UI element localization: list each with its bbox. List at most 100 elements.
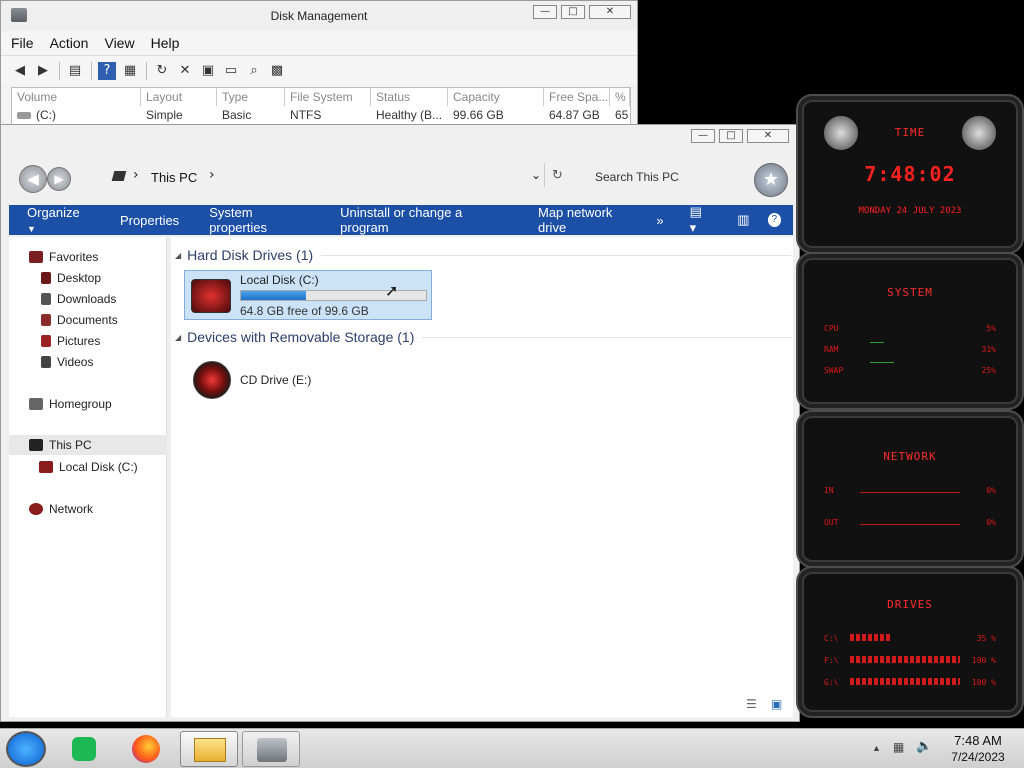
ram-value: 31% [981,345,996,354]
menu-view[interactable]: View [104,35,134,51]
star-icon[interactable]: ★ [754,163,788,197]
properties-button[interactable]: Properties [120,213,179,228]
maximize-button[interactable]: □ [561,5,585,19]
forward-arrow-icon[interactable]: ▶ [34,62,52,80]
group-divider [321,254,792,256]
cell-free-space: 64.87 GB [549,108,600,122]
hard-disk-icon [191,279,231,313]
col-file-system[interactable]: File System [285,88,371,106]
view-options-icon[interactable]: ▤ ▾ [690,204,712,236]
back-arrow-icon[interactable]: ◀ [19,165,47,193]
back-arrow-icon[interactable]: ◀ [11,62,29,80]
network-gadget-title: NETWORK [883,450,937,463]
disk-usage-fill [241,291,306,300]
maximize-button[interactable]: □ [719,129,743,143]
drive-c-value: 35 % [976,634,996,643]
help-icon[interactable]: ? [767,213,782,227]
chevron-down-icon[interactable]: ⌄ [531,168,541,182]
firefox-icon [132,735,160,763]
col-status[interactable]: Status [371,88,448,106]
nav-desktop-label: Desktop [57,271,102,285]
taskbar-firefox[interactable] [118,731,176,767]
map-network-drive-button[interactable]: Map network drive [538,205,640,235]
search-icon[interactable]: ⌕ [245,62,263,80]
help-icon[interactable]: ? [98,61,116,80]
close-button[interactable]: ✕ [747,129,789,143]
collapse-arrow-icon: ◢ [175,332,182,342]
col-volume[interactable]: Volume [12,88,141,106]
refresh-icon[interactable]: ↻ [153,62,171,80]
col-percent[interactable]: % [610,88,630,106]
command-bar: Organize ▼ Properties System properties … [9,204,793,236]
disk-management-icon [257,738,287,762]
open-folder-icon[interactable]: ▭ [222,62,240,80]
dm-titlebar[interactable]: Disk Management — □ ✕ [1,1,637,31]
drive-c-label: C:\ [824,634,839,643]
taskbar-disk-management[interactable] [242,731,300,767]
start-button[interactable] [6,731,46,767]
computer-icon [29,439,43,451]
menu-help[interactable]: Help [151,35,180,51]
delete-icon[interactable]: ✕ [176,62,194,80]
taskbar-notes-app[interactable] [56,731,114,767]
col-layout[interactable]: Layout [141,88,217,106]
breadcrumb-separator-icon[interactable]: › [133,167,139,183]
nav-documents-label: Documents [57,313,118,327]
large-icons-view-icon[interactable]: ▣ [771,697,782,711]
group-removable-storage[interactable]: ◢ Devices with Removable Storage (1) [175,329,793,345]
explorer-titlebar[interactable]: — □ ✕ [1,125,799,157]
cd-drive-tile[interactable]: CD Drive (E:) [191,359,351,403]
cell-percent: 65 [615,108,629,122]
local-disk-tile[interactable]: Local Disk (C:) 64.8 GB free of 99.6 GB … [184,270,432,320]
taskbar-file-explorer[interactable] [180,731,238,767]
network-gadget: NETWORK IN 0% OUT 0% [796,410,1024,568]
preview-pane-icon[interactable]: ▥ [737,212,749,228]
menu-action[interactable]: Action [50,35,89,51]
minimize-button[interactable]: — [691,129,715,143]
nav-homegroup-label: Homegroup [49,397,112,411]
nav-pictures[interactable]: Pictures [41,331,100,351]
time-gadget-title: TIME [894,126,926,139]
network-in-graph [860,492,960,493]
local-disk-name: Local Disk (C:) [240,273,319,287]
col-capacity[interactable]: Capacity [448,88,544,106]
console-tree-icon[interactable]: ▤ [66,62,84,80]
search-input[interactable]: Search This PC [595,170,679,184]
group-hard-disk-drives[interactable]: ◢ Hard Disk Drives (1) [175,247,792,263]
nav-network[interactable]: Network [29,499,93,519]
col-type[interactable]: Type [217,88,285,106]
show-hidden-icons-icon[interactable]: ▲ [872,743,881,753]
computer-icon [111,171,127,181]
more-commands-icon[interactable]: » [656,213,663,228]
menu-file[interactable]: File [11,35,34,51]
nav-this-pc[interactable]: This PC [9,435,167,455]
nav-documents[interactable]: Documents [41,310,118,330]
volume-icon[interactable]: 🔈 [916,739,932,754]
forward-arrow-icon[interactable]: ▶ [47,167,71,191]
organize-button[interactable]: Organize ▼ [27,205,90,235]
drive-g-value: 100 % [971,678,996,687]
nav-downloads[interactable]: Downloads [41,289,116,309]
check-icon[interactable]: ▣ [199,62,217,80]
drive-f-value: 100 % [971,656,996,665]
nav-pictures-label: Pictures [57,334,101,348]
table-row[interactable]: (C:) Simple Basic NTFS Healthy (B... 99.… [12,106,630,124]
nav-videos[interactable]: Videos [41,352,93,372]
breadcrumb[interactable]: This PC [151,170,197,185]
minimize-button[interactable]: — [533,5,557,19]
network-tray-icon[interactable]: ▦ [893,740,904,754]
close-button[interactable]: ✕ [589,5,631,19]
nav-local-disk[interactable]: Local Disk (C:) [39,457,138,477]
refresh-icon[interactable]: ↻ [552,168,563,183]
properties-icon[interactable]: ▦ [121,62,139,80]
col-free-space[interactable]: Free Spa... [544,88,610,106]
nav-homegroup[interactable]: Homegroup [29,394,112,414]
nav-favorites[interactable]: Favorites [29,247,98,267]
details-view-icon[interactable]: ☰ [746,697,757,711]
nav-desktop[interactable]: Desktop [41,268,101,288]
taskbar-clock[interactable]: 7:48 AM 7/24/2023 [940,733,1016,764]
system-properties-button[interactable]: System properties [209,205,310,235]
chevron-right-icon[interactable]: › [209,167,215,183]
uninstall-program-button[interactable]: Uninstall or change a program [340,205,508,235]
settings-icon[interactable]: ▩ [268,62,286,80]
